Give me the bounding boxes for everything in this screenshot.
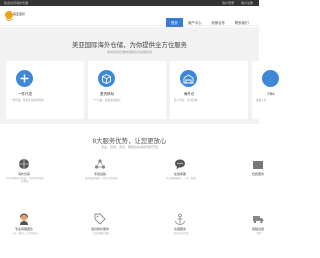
- feature-desc: 位于美国核心地段，让你的货物更快到达: [6, 177, 44, 184]
- feature-title: 尾程派送: [251, 227, 264, 231]
- feature-title: 专线运输: [93, 172, 106, 176]
- feature-desc: 准时: [256, 232, 262, 235]
- feature-desc: 一对一服务，让你更放心: [11, 232, 39, 235]
- service-card-title: 海外仓: [183, 92, 195, 96]
- feature-desc: 专业客服团队，一对一服务: [165, 177, 196, 180]
- box-icon: [98, 70, 115, 87]
- site-header: 美亚国际 首页 用户中心 商家合作 联系我们: [0, 6, 259, 28]
- logo-text: 美亚国际: [13, 12, 26, 16]
- service-card-title: 退货换标: [99, 92, 115, 96]
- feature-item: 头程服务 海运空运头程: [160, 212, 220, 252]
- feature-item: 退货换标服务 专业退换标团队: [80, 212, 140, 252]
- feature-item: 包装服务: [238, 157, 298, 197]
- chat-icon: [174, 157, 186, 170]
- plus-icon: [16, 70, 33, 87]
- support-icon: [18, 212, 30, 225]
- feature-desc: 海运空运头程: [173, 232, 189, 235]
- tag-icon: [94, 212, 106, 225]
- feature-title: 包装服务: [251, 172, 264, 176]
- package-icon: [252, 157, 264, 169]
- service-card-returns[interactable]: 退货换标 一个包裹，快速退货换标: [88, 61, 166, 119]
- fba-icon: [262, 70, 279, 87]
- warehouse-icon: [180, 70, 197, 87]
- feature-title: 海外仓库: [17, 172, 30, 176]
- service-card-desc: 一件代发，降低库存成本风险: [10, 99, 44, 102]
- network-icon: [94, 157, 106, 169]
- service-card-desc: 快速入仓: [256, 99, 267, 102]
- hero-section: 美亚国际海外仓储，为你提供全方位服务 提供全球仓储物流解决方案服务商 一件代发 …: [0, 27, 320, 124]
- feature-desc: 专业退换标团队: [92, 232, 110, 235]
- feature-item: 海外仓库 位于美国核心地段，让你的货物更快到达: [4, 157, 64, 197]
- service-card-fba[interactable]: FBA 快速入仓: [252, 61, 320, 119]
- feature-desc: 多条运输路线，为您节约成本: [84, 177, 118, 180]
- truck-icon: [252, 212, 264, 224]
- feature-item: 专线运输 多条运输路线，为您节约成本: [80, 157, 140, 197]
- features-title: 8大服务优势，让您更放心: [92, 138, 167, 145]
- site-logo[interactable]: 美亚国际: [4, 9, 26, 23]
- feature-title: 退货换标服务: [90, 227, 109, 231]
- service-card-desc: 一个包裹，快速退货换标: [92, 99, 121, 102]
- feature-item: 专业客服团队 一对一服务，让你更放心: [4, 212, 64, 252]
- feature-item: 尾程派送 准时: [238, 212, 298, 252]
- main-nav: 首页 用户中心 商家合作 联系我们: [166, 11, 253, 28]
- service-card-dropshipping[interactable]: 一件代发 一件代发，降低库存成本风险: [6, 61, 84, 119]
- globe-icon: [18, 157, 30, 169]
- anchor-icon: [174, 212, 186, 225]
- feature-title: 在线客服: [173, 172, 186, 176]
- service-card-title: 一件代发: [17, 92, 33, 96]
- hero-title: 美亚国际海外仓储，为你提供全方位服务: [71, 42, 188, 49]
- hero-subtitle: 提供全球仓储物流解决方案服务商: [106, 50, 152, 54]
- service-card-overseas-warehouse[interactable]: 海外仓 私人仓库，安全高效: [170, 61, 248, 119]
- feature-item: 在线客服 专业客服团队，一对一服务: [160, 157, 220, 197]
- features-subtitle: 专业，高效，安全，帮助您在海外轻松开店: [100, 145, 158, 149]
- register-link[interactable]: 用户注册: [241, 1, 253, 5]
- feature-title: 头程服务: [173, 227, 186, 231]
- login-link[interactable]: 用户登录: [222, 1, 234, 5]
- service-card-title: FBA: [267, 92, 275, 96]
- service-card-desc: 私人仓库，安全高效: [174, 99, 198, 102]
- feature-title: 专业客服团队: [14, 227, 33, 231]
